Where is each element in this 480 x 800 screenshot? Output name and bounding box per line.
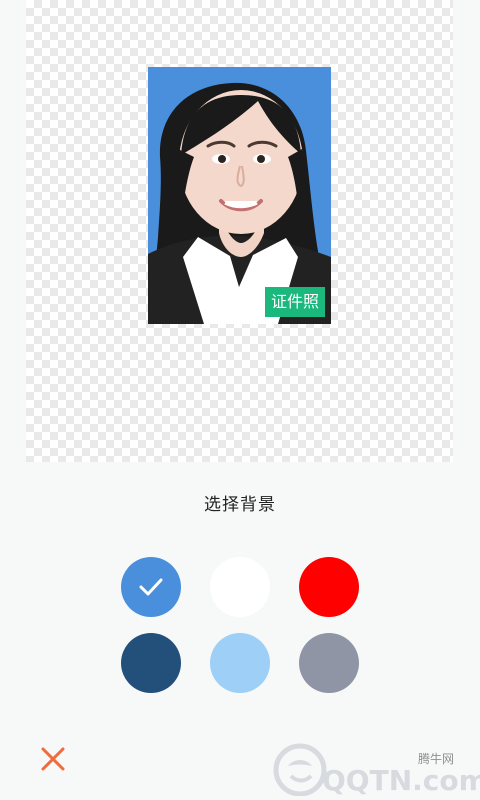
- id-photo-preview: 证件照: [148, 67, 331, 324]
- section-title: 选择背景: [204, 495, 276, 515]
- watermark-brand: QQTN: [322, 764, 413, 797]
- watermark-logo: 腾牛网 QQTN.com: [270, 742, 480, 798]
- watermark-suffix: .com: [412, 764, 480, 797]
- background-option-white[interactable]: [210, 557, 270, 617]
- background-option-blue[interactable]: [121, 557, 181, 617]
- close-icon[interactable]: [38, 744, 68, 774]
- portrait-illustration: [148, 67, 331, 324]
- watermark-brand-text: QQTN.com: [322, 764, 480, 797]
- background-option-dark-blue[interactable]: [121, 633, 181, 693]
- check-icon: [139, 578, 163, 596]
- background-option-red[interactable]: [299, 557, 359, 617]
- background-option-gray[interactable]: [299, 633, 359, 693]
- id-photo-badge: 证件照: [265, 287, 325, 317]
- background-option-light-blue[interactable]: [210, 633, 270, 693]
